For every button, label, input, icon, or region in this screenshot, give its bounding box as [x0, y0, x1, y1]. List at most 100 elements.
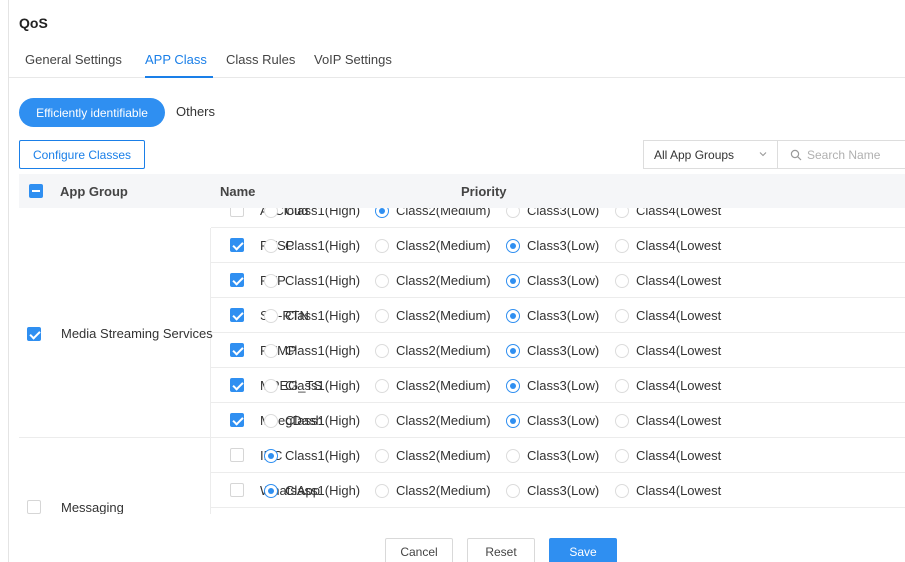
tab-app-class[interactable]: APP Class	[145, 52, 207, 67]
priority-radio-class4[interactable]: Class4(Lowest	[615, 413, 721, 428]
group-checkbox-media-streaming[interactable]	[27, 327, 41, 341]
priority-radio-class4[interactable]: Class4(Lowest	[615, 483, 721, 498]
radio-icon	[615, 483, 629, 498]
priority-radio-class3[interactable]: Class3(Low)	[506, 413, 599, 428]
cancel-button[interactable]: Cancel	[385, 538, 453, 562]
search-box[interactable]	[778, 140, 905, 169]
priority-radio-class4[interactable]: Class4(Lowest	[615, 343, 721, 358]
priority-radio-class2[interactable]: Class2(Medium)	[375, 413, 491, 428]
radio-icon	[375, 343, 389, 358]
priority-radio-class3[interactable]: Class3(Low)	[506, 273, 599, 288]
segment-others[interactable]: Others	[176, 104, 215, 119]
row-checkbox[interactable]	[230, 413, 244, 427]
active-tab-indicator	[145, 76, 213, 78]
radio-icon	[375, 378, 389, 393]
table-body: Media Streaming Services Messaging AliCl…	[19, 208, 905, 514]
priority-radio-class1[interactable]: Class1(High)	[264, 273, 360, 288]
priority-radio-class1[interactable]: Class1(High)	[264, 343, 360, 358]
priority-label: Class4(Lowest	[636, 413, 722, 428]
priority-radio-class2[interactable]: Class2(Medium)	[375, 448, 491, 463]
priority-radio-class1[interactable]: Class1(High)	[264, 208, 360, 218]
priority-label: Class2(Medium)	[396, 483, 491, 498]
priority-radio-class2[interactable]: Class2(Medium)	[375, 308, 491, 323]
search-input[interactable]	[807, 147, 905, 162]
group-checkbox-messaging[interactable]	[27, 500, 41, 514]
app-group-select-value: All App Groups	[654, 147, 735, 162]
row-checkbox[interactable]	[230, 483, 244, 497]
row-checkbox[interactable]	[230, 238, 244, 252]
chevron-down-icon	[759, 152, 767, 157]
radio-icon	[264, 273, 278, 288]
radio-icon	[264, 448, 278, 463]
priority-radio-class2[interactable]: Class2(Medium)	[375, 343, 491, 358]
priority-radio-class4[interactable]: Class4(Lowest	[615, 308, 721, 323]
save-button[interactable]: Save	[549, 538, 617, 562]
priority-radio-class4[interactable]: Class4(Lowest	[615, 378, 721, 393]
priority-radio-class3[interactable]: Class3(Low)	[506, 448, 599, 463]
priority-radio-class4[interactable]: Class4(Lowest	[615, 448, 721, 463]
priority-radio-class1[interactable]: Class1(High)	[264, 378, 360, 393]
priority-label: Class1(High)	[285, 238, 361, 253]
priority-radio-class2[interactable]: Class2(Medium)	[375, 208, 491, 218]
priority-label: Class4(Lowest	[636, 448, 722, 463]
priority-radio-class3[interactable]: Class3(Low)	[506, 378, 599, 393]
tab-class-rules[interactable]: Class Rules	[226, 52, 295, 67]
priority-label: Class4(Lowest	[636, 308, 722, 323]
priority-radio-class1[interactable]: Class1(High)	[264, 448, 360, 463]
reset-button[interactable]: Reset	[467, 538, 535, 562]
priority-radio-class3[interactable]: Class3(Low)	[506, 238, 599, 253]
configure-classes-button[interactable]: Configure Classes	[19, 140, 145, 169]
radio-icon	[506, 343, 520, 358]
priority-radio-class2[interactable]: Class2(Medium)	[375, 483, 491, 498]
page-title: QoS	[19, 15, 48, 31]
select-all-checkbox[interactable]	[29, 184, 43, 198]
row-checkbox[interactable]	[230, 273, 244, 287]
radio-icon	[264, 343, 278, 358]
radio-icon	[264, 238, 278, 253]
priority-radio-class4[interactable]: Class4(Lowest	[615, 273, 721, 288]
priority-label: Class2(Medium)	[396, 378, 491, 393]
row-checkbox[interactable]	[230, 448, 244, 462]
row-checkbox[interactable]	[230, 343, 244, 357]
priority-label: Class3(Low)	[527, 483, 600, 498]
priority-radio-class2[interactable]: Class2(Medium)	[375, 273, 491, 288]
priority-label: Class4(Lowest	[636, 483, 722, 498]
priority-label: Class4(Lowest	[636, 378, 722, 393]
radio-icon	[264, 378, 278, 393]
priority-radio-class4[interactable]: Class4(Lowest	[615, 238, 721, 253]
tab-voip-settings[interactable]: VoIP Settings	[314, 52, 392, 67]
priority-radio-class2[interactable]: Class2(Medium)	[375, 238, 491, 253]
priority-label: Class1(High)	[285, 308, 361, 323]
page-edge	[8, 0, 9, 562]
priority-label: Class2(Medium)	[396, 238, 491, 253]
table-row: SD-RTN Class1(High) Class2(Medium) Class3(L…	[211, 298, 905, 333]
table-row: RTMP Class1(High) Class2(Medium) Class3(Low…	[211, 333, 905, 368]
priority-radio-class3[interactable]: Class3(Low)	[506, 343, 599, 358]
priority-radio-class1[interactable]: Class1(High)	[264, 483, 360, 498]
priority-radio-class1[interactable]: Class1(High)	[264, 238, 360, 253]
priority-label: Class3(Low)	[527, 378, 600, 393]
app-group-select[interactable]: All App Groups	[643, 140, 778, 169]
priority-radio-class3[interactable]: Class3(Low)	[506, 308, 599, 323]
radio-icon	[375, 308, 389, 323]
radio-icon	[615, 208, 629, 218]
radio-icon	[375, 483, 389, 498]
row-checkbox[interactable]	[230, 208, 244, 217]
segment-efficiently-identifiable[interactable]: Efficiently identifiable	[19, 98, 165, 127]
priority-label: Class1(High)	[285, 208, 361, 218]
priority-radio-class4[interactable]: Class4(Lowest	[615, 208, 721, 218]
priority-radio-class1[interactable]: Class1(High)	[264, 413, 360, 428]
priority-radio-class3[interactable]: Class3(Low)	[506, 208, 599, 218]
group-label: Media Streaming Services	[61, 326, 213, 341]
priority-label: Class1(High)	[285, 448, 361, 463]
priority-radio-class1[interactable]: Class1(High)	[264, 308, 360, 323]
row-checkbox[interactable]	[230, 308, 244, 322]
priority-label: Class2(Medium)	[396, 343, 491, 358]
priority-radio-class2[interactable]: Class2(Medium)	[375, 378, 491, 393]
priority-radio-class3[interactable]: Class3(Low)	[506, 483, 599, 498]
row-checkbox[interactable]	[230, 378, 244, 392]
priority-label: Class3(Low)	[527, 343, 600, 358]
radio-icon	[615, 343, 629, 358]
table-row: MpegDash Class1(High) Class2(Medium) Class3…	[211, 403, 905, 438]
tab-general-settings[interactable]: General Settings	[25, 52, 122, 67]
